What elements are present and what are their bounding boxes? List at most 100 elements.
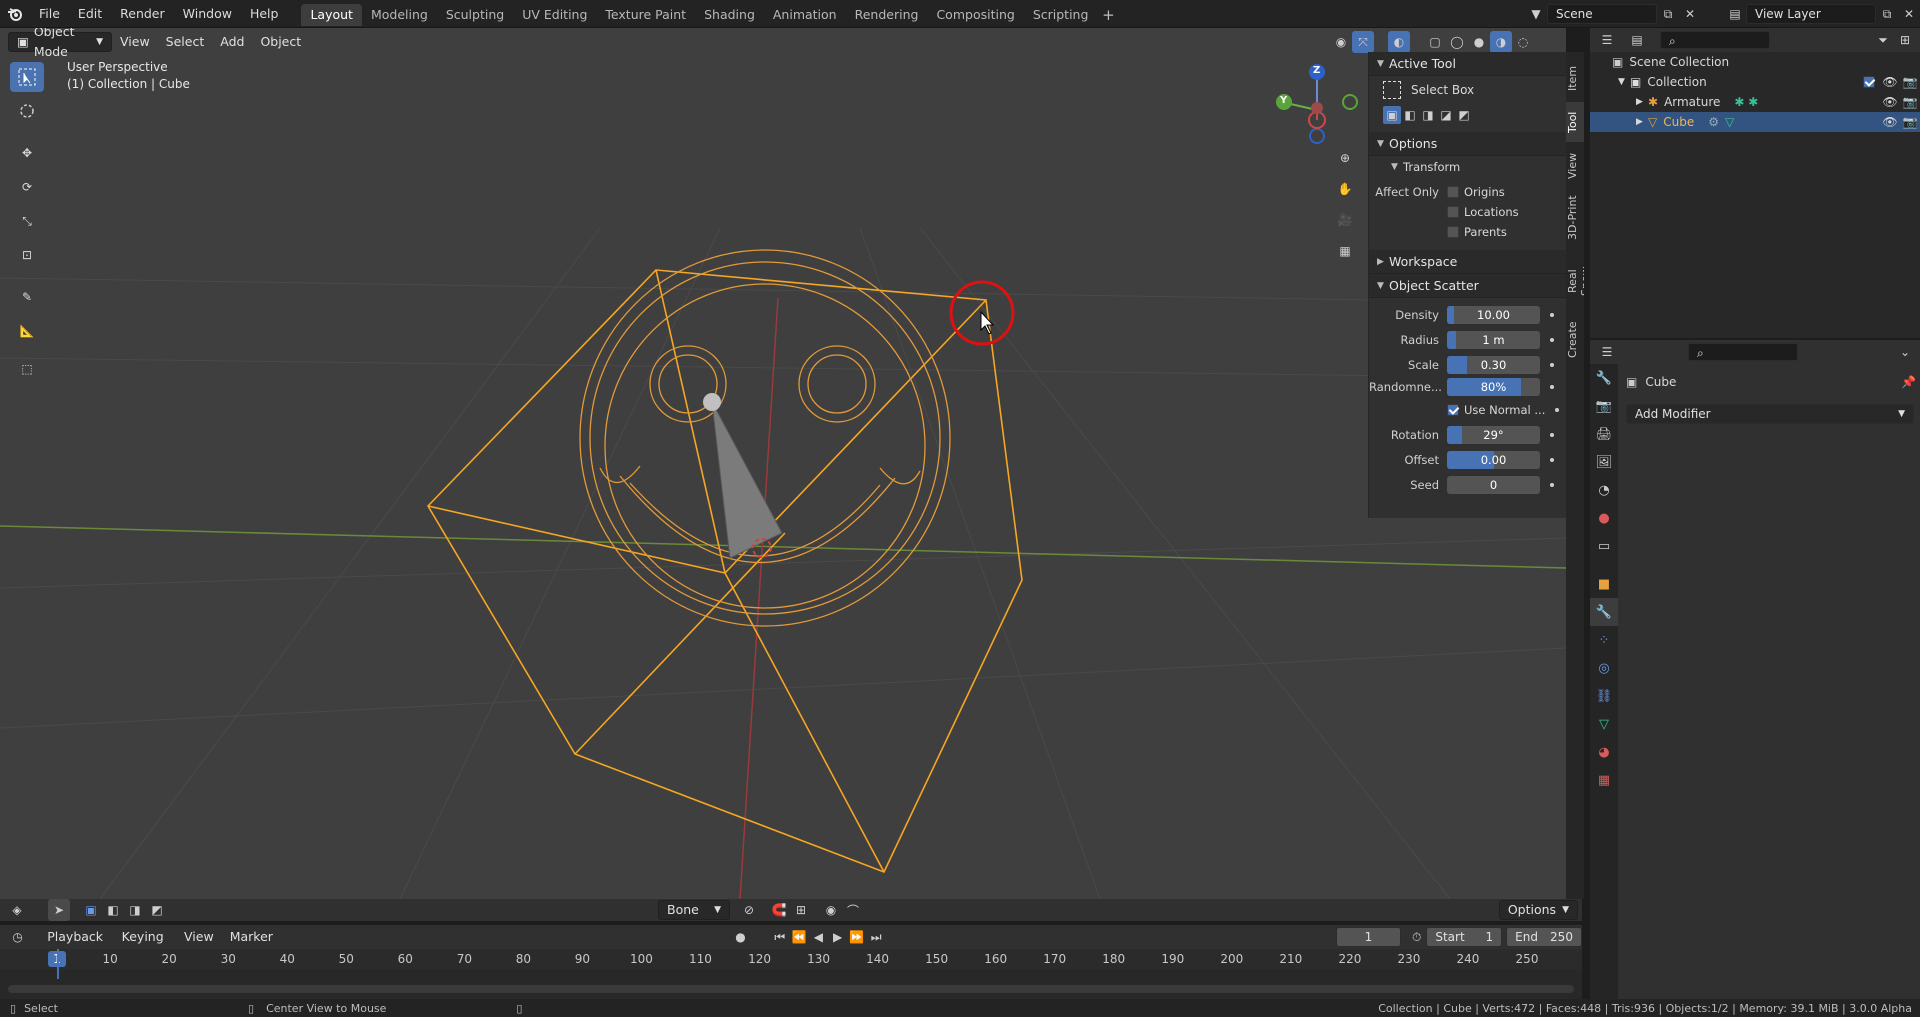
- rotation-slider[interactable]: 29°: [1447, 425, 1540, 444]
- timeline-menu-keying[interactable]: Keying ▼: [114, 927, 176, 964]
- menu-help[interactable]: Help: [241, 0, 288, 28]
- mode-set-icon[interactable]: ▣: [1383, 106, 1401, 124]
- camera-render-icon[interactable]: 📷: [1900, 75, 1920, 89]
- end-frame-field[interactable]: End 250: [1506, 927, 1582, 947]
- properties-editor-type-icon[interactable]: ☰: [1596, 341, 1618, 363]
- keyframe-dot-icon[interactable]: [1550, 457, 1554, 462]
- keyframe-dot-icon[interactable]: [1550, 362, 1554, 367]
- rendered-shading-icon[interactable]: ◌: [1512, 31, 1534, 53]
- jump-start-icon[interactable]: ⏮: [770, 926, 789, 948]
- solid-shading-icon[interactable]: ●: [1468, 31, 1490, 53]
- modifier-properties-icon[interactable]: 🔧: [1590, 598, 1618, 626]
- object-properties-icon[interactable]: ■: [1590, 570, 1618, 598]
- extend-selection-icon[interactable]: ◧: [102, 899, 124, 921]
- radius-slider[interactable]: 1 m: [1447, 330, 1540, 349]
- timeline-body[interactable]: [0, 949, 1582, 999]
- sidebar-tab-3d-print[interactable]: 3D-Print: [1566, 190, 1584, 246]
- jump-next-keyframe-icon[interactable]: ⏩: [847, 926, 866, 948]
- preview-range-icon[interactable]: ⏱: [1407, 926, 1426, 948]
- timeline-ruler[interactable]: 1102030405060708090100110120130140150160…: [0, 949, 1582, 969]
- menu-file[interactable]: File: [30, 0, 69, 28]
- display-mode-icon[interactable]: ▤: [1626, 29, 1648, 51]
- timeline-menu-marker[interactable]: Marker: [222, 927, 281, 947]
- keyframe-dot-icon[interactable]: [1550, 337, 1554, 342]
- tab-sculpting[interactable]: Sculpting: [437, 4, 513, 26]
- tab-compositing[interactable]: Compositing: [927, 4, 1023, 26]
- timeline-menu-view[interactable]: View: [176, 927, 222, 947]
- add-modifier-dropdown[interactable]: Add Modifier ▼: [1626, 404, 1914, 424]
- gizmo-toggle-icon[interactable]: ⤧: [1352, 31, 1374, 53]
- viewport-menu-select[interactable]: Select: [158, 32, 213, 52]
- timeline-scrollbar[interactable]: [8, 985, 1574, 993]
- view-layer-field[interactable]: View Layer: [1746, 4, 1876, 24]
- keyframe-dot-icon[interactable]: [1550, 482, 1554, 487]
- add-workspace-icon[interactable]: +: [1097, 4, 1119, 26]
- delete-scene-icon[interactable]: ✕: [1679, 3, 1701, 25]
- mode-subtract-icon[interactable]: ◨: [1419, 106, 1437, 124]
- material-shading-icon[interactable]: ◑: [1490, 31, 1512, 53]
- copy-scene-icon[interactable]: ⧉: [1657, 3, 1679, 25]
- zoom-icon[interactable]: ⊕: [1333, 146, 1357, 170]
- timeline-menu-playback[interactable]: Playback ▼: [39, 927, 113, 964]
- sidebar-tab-view[interactable]: View: [1566, 144, 1584, 188]
- menu-render[interactable]: Render: [111, 0, 174, 28]
- pin-icon[interactable]: 📌: [1901, 375, 1916, 389]
- jump-end-icon[interactable]: ⏭: [867, 926, 886, 948]
- texture-properties-icon[interactable]: ▦: [1590, 766, 1618, 794]
- subtract-selection-icon[interactable]: ◨: [124, 899, 146, 921]
- object-mode-dropdown[interactable]: ▣ Object Mode ▼: [8, 28, 112, 59]
- filter-icon[interactable]: ⏷: [1872, 29, 1894, 51]
- delete-view-layer-icon[interactable]: ✕: [1898, 3, 1920, 25]
- collection-exclude-checkbox[interactable]: [1863, 76, 1875, 88]
- scale-tool-icon[interactable]: ⤡: [10, 206, 44, 236]
- new-collection-icon[interactable]: ⊞: [1894, 29, 1916, 51]
- tool-properties-icon[interactable]: 🔧: [1590, 364, 1618, 392]
- sidebar-tab-item[interactable]: Item: [1566, 56, 1584, 100]
- pivot-dropdown[interactable]: Bone ▼: [658, 900, 730, 920]
- snap-target-icon[interactable]: ⊞: [790, 899, 812, 921]
- measure-tool-icon[interactable]: 📐: [10, 316, 44, 346]
- play-icon[interactable]: ▶: [828, 926, 847, 948]
- falloff-icon[interactable]: ⌒: [842, 899, 864, 921]
- density-slider[interactable]: 10.00: [1447, 305, 1540, 324]
- menu-window[interactable]: Window: [174, 0, 241, 28]
- eye-icon[interactable]: 👁: [1880, 115, 1900, 129]
- menu-edit[interactable]: Edit: [69, 0, 111, 28]
- data-properties-icon[interactable]: ▽: [1590, 710, 1618, 738]
- viewport-menu-add[interactable]: Add: [212, 32, 252, 52]
- outliner-row-armature[interactable]: ▶ ✱ Armature ✱ ✱ 👁 📷: [1590, 92, 1920, 112]
- outliner-row-collection[interactable]: ▼ ▣ Collection 👁 📷: [1590, 72, 1920, 92]
- parents-checkbox[interactable]: [1447, 226, 1459, 238]
- overlay-toggle-icon[interactable]: ◐: [1388, 31, 1410, 53]
- mode-extend-icon[interactable]: ◧: [1401, 106, 1419, 124]
- camera-render-icon[interactable]: 📷: [1900, 115, 1920, 129]
- workspace-panel-header[interactable]: ▶ Workspace: [1369, 250, 1566, 274]
- tab-scripting[interactable]: Scripting: [1024, 4, 1098, 26]
- transform-subpanel-header[interactable]: ▼ Transform: [1369, 156, 1566, 178]
- active-tool-panel-header[interactable]: ▼ Active Tool: [1369, 52, 1566, 76]
- output-properties-icon[interactable]: 🖨: [1590, 420, 1618, 448]
- select-mode-icon[interactable]: ➤: [48, 899, 70, 921]
- scene-field[interactable]: Scene: [1547, 4, 1657, 24]
- add-cube-tool-icon[interactable]: ⬚: [10, 354, 44, 384]
- tab-animation[interactable]: Animation: [764, 4, 846, 26]
- rotate-tool-icon[interactable]: ⟳: [10, 172, 44, 202]
- expand-arrow-icon[interactable]: ▶: [1636, 117, 1648, 127]
- keyframe-dot-icon[interactable]: [1550, 312, 1554, 317]
- record-keyframe-icon[interactable]: ●: [731, 926, 750, 948]
- current-frame-field[interactable]: 1: [1335, 927, 1402, 947]
- editor-type-icon[interactable]: ◈: [6, 899, 28, 921]
- properties-options-icon[interactable]: ⌄: [1894, 341, 1916, 363]
- snap-icon[interactable]: 🧲: [768, 899, 790, 921]
- seed-slider[interactable]: 0: [1447, 475, 1540, 494]
- physics-properties-icon[interactable]: ◎: [1590, 654, 1618, 682]
- particles-properties-icon[interactable]: ⁘: [1590, 626, 1618, 654]
- ortho-grid-icon[interactable]: ▦: [1333, 239, 1357, 263]
- render-properties-icon[interactable]: 📷: [1590, 392, 1618, 420]
- outliner-editor-type-icon[interactable]: ☰: [1596, 29, 1618, 51]
- intersect-selection-icon[interactable]: ◩: [146, 899, 168, 921]
- keyframe-dot-icon[interactable]: [1550, 385, 1554, 389]
- sidebar-tab-real-snow[interactable]: Real Snow: [1566, 250, 1592, 312]
- use-normal-checkbox[interactable]: [1447, 403, 1459, 416]
- view-layer-icon[interactable]: ▤: [1724, 3, 1746, 25]
